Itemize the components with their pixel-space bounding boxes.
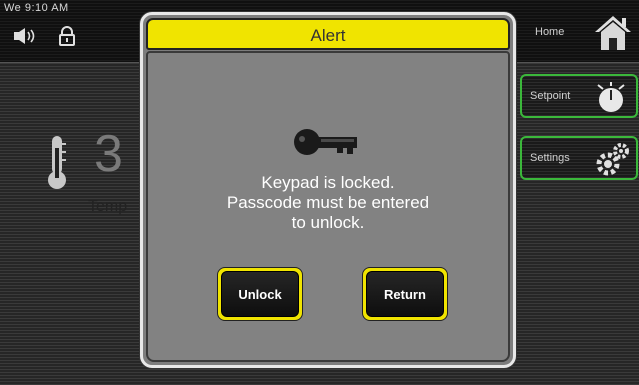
thermometer-icon [46,134,68,195]
background-temperature-label: Temp [88,198,128,215]
alert-title: Alert [310,26,346,45]
alert-dialog: Alert Keypad is locked. Passcode must be… [140,12,516,368]
setpoint-label: Setpoint [530,90,571,102]
home-label[interactable]: Home [535,26,564,38]
speaker-icon[interactable] [14,28,42,49]
alert-message-line1: Keypad is locked. [261,173,395,192]
settings-label: Settings [530,152,570,164]
unlock-button-label: Unlock [221,271,299,317]
background-temperature: 3 [94,125,123,183]
setpoint-button[interactable]: Setpoint [520,74,638,118]
alert-message-line2: Passcode must be entered [226,193,430,212]
alert-message-line3: to unlock. [291,213,365,232]
unlock-button[interactable]: Unlock [217,267,303,321]
thermostat-dial-icon [597,82,625,112]
return-button[interactable]: Return [362,267,448,321]
key-icon [293,127,359,162]
alert-message: Keypad is locked. Passcode must be enter… [163,173,493,233]
clock-text: We 9:10 AM [4,2,69,14]
house-icon[interactable] [593,14,633,57]
gears-icon [596,143,629,176]
alert-header: Alert [146,18,510,50]
padlock-icon[interactable] [59,26,75,51]
return-button-label: Return [366,271,444,317]
settings-button[interactable]: Settings [520,136,638,180]
